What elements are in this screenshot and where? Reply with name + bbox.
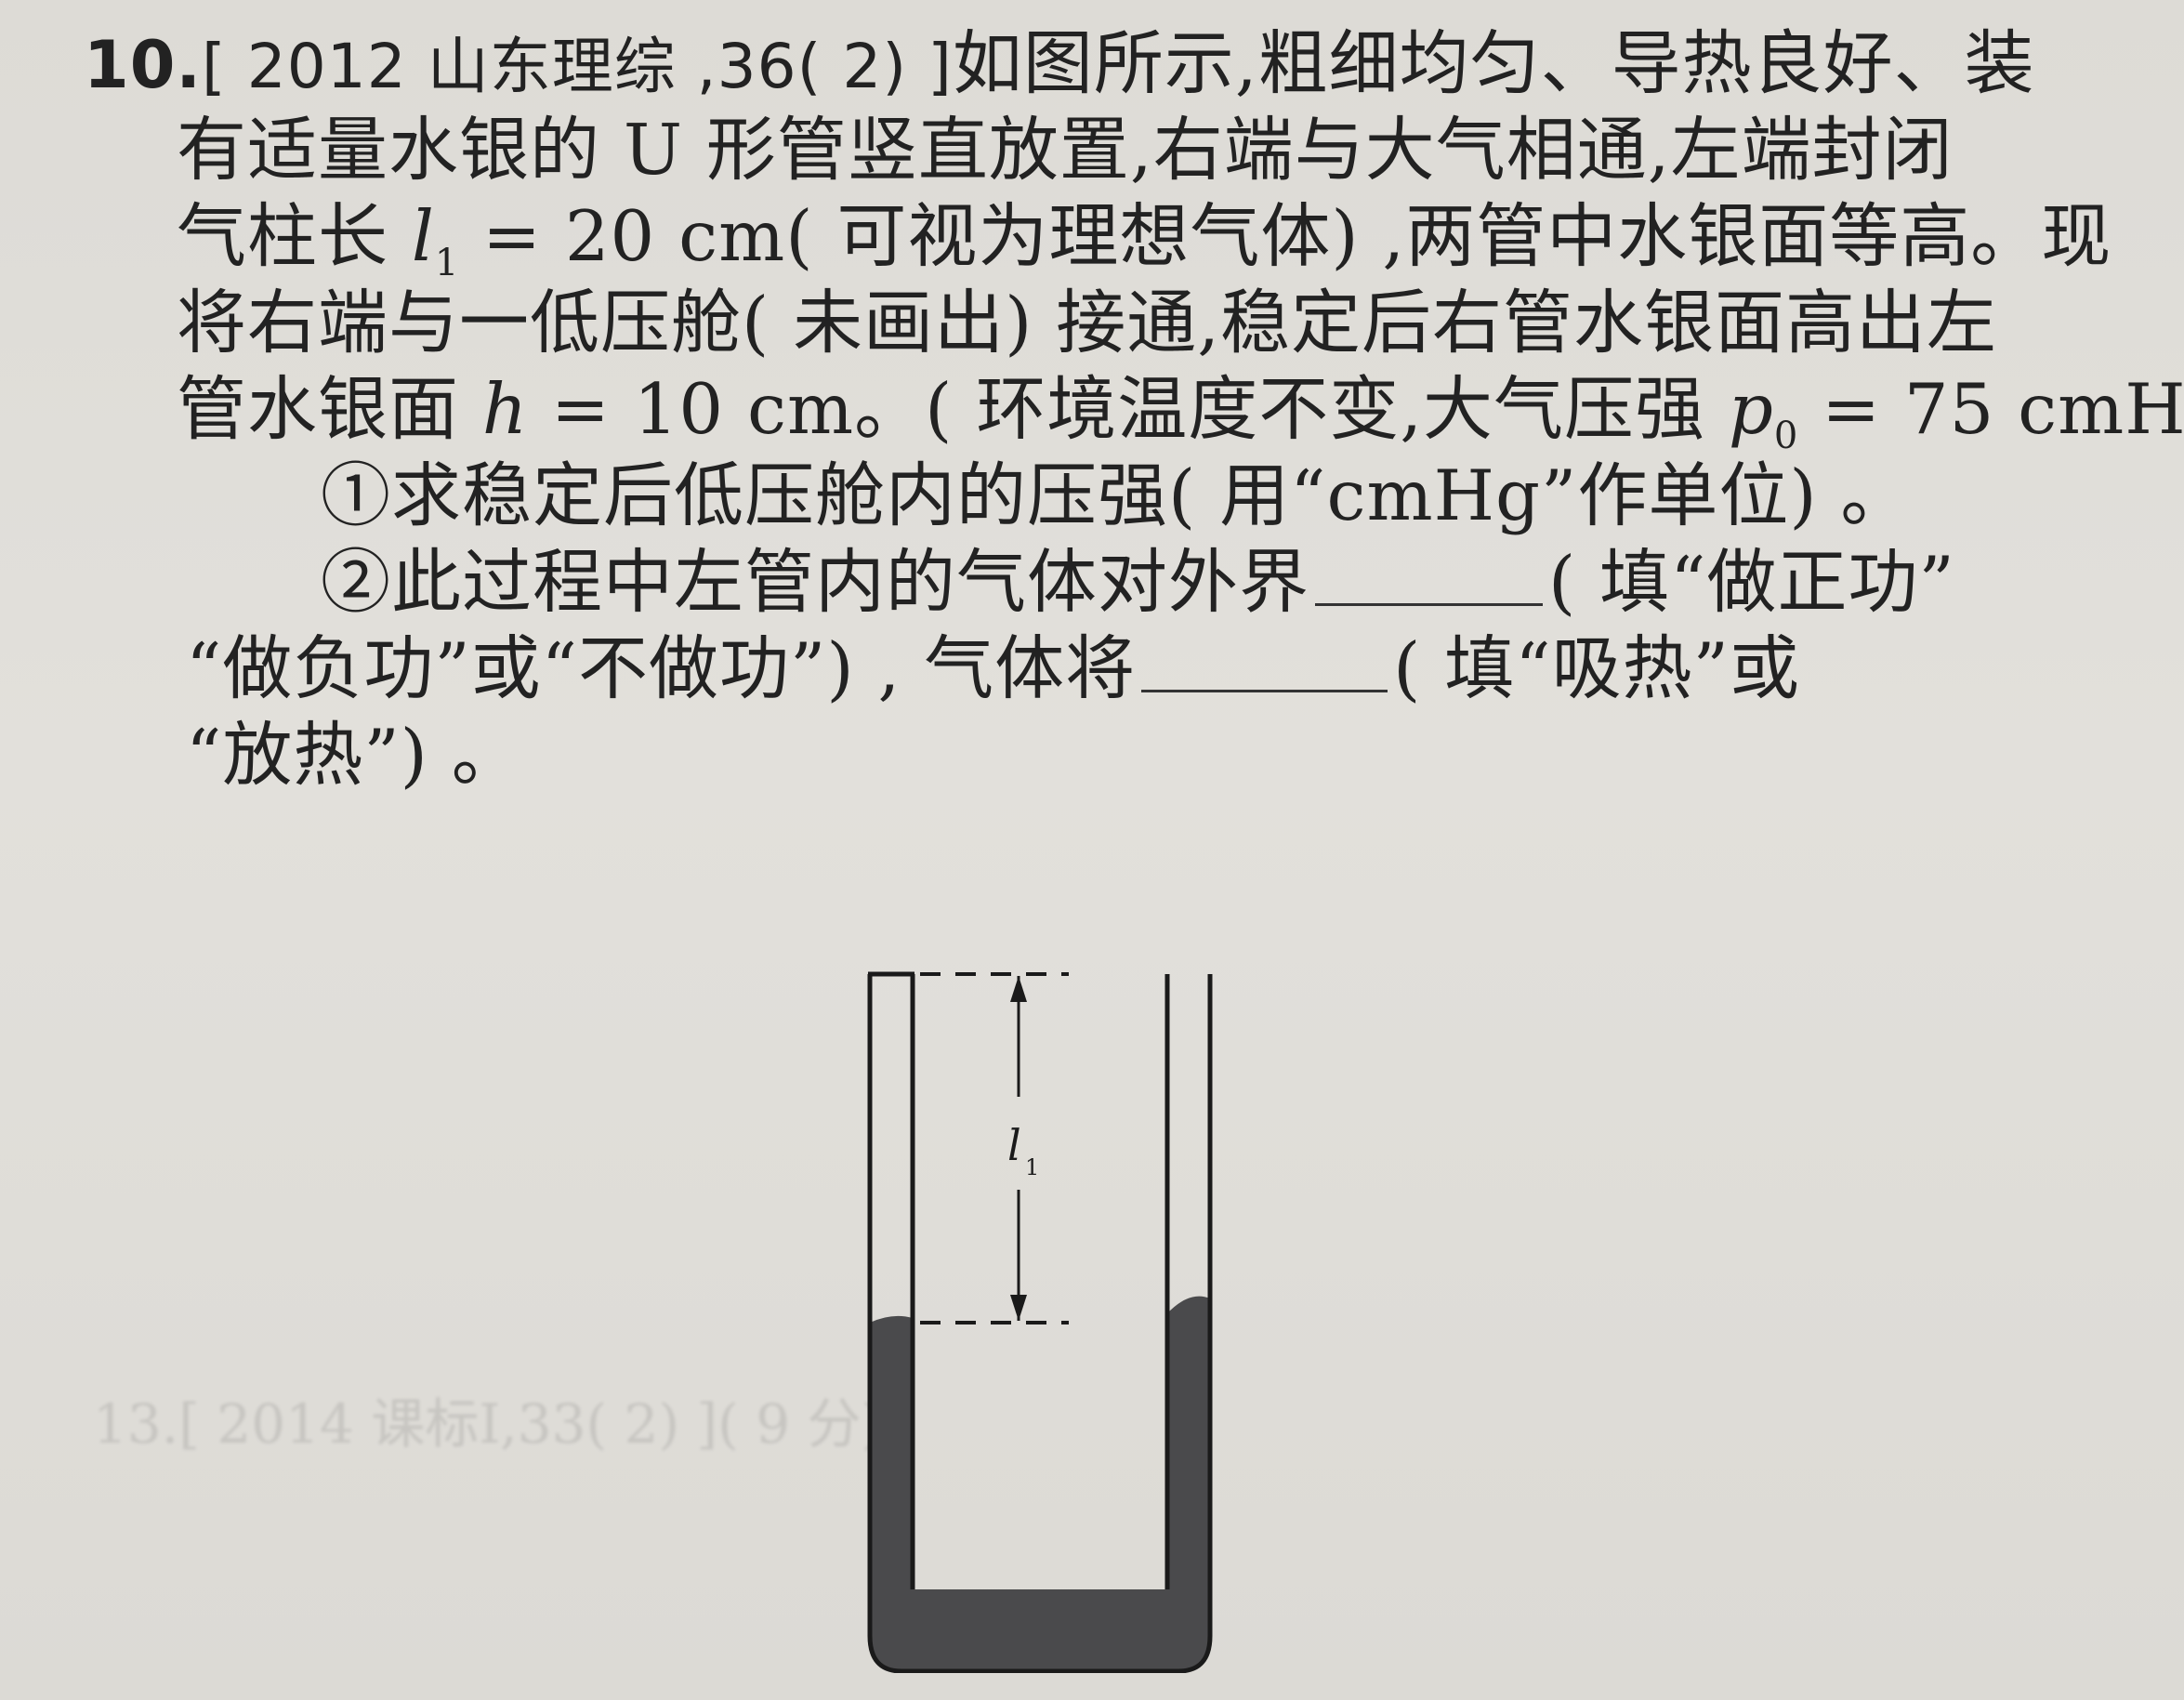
question-line-2: 有适量水银的 U 形管竖直放置,右端与大气相通,左端封闭	[177, 103, 1954, 196]
text-segment: 气柱长	[177, 195, 389, 277]
question-line-1: 10.[ 2012 山东理综 ,36( 2) ]如图所示,粗细均匀、导热良好、装	[84, 17, 2035, 113]
question-number: 10.	[84, 27, 203, 103]
question-part-2-cont: “做负功”或“不做功”) , 气体将 ( 填“吸热”或	[186, 622, 1800, 715]
text-segment: = 75 cmHg)	[1822, 368, 2184, 450]
question-line-4: 将右端与一低压舱( 未画出) 接通,稳定后右管水银面高出左	[177, 276, 1997, 369]
label-l1-sub: 1	[1025, 1154, 1039, 1180]
textbook-page: 13.[ 2014 课标Ⅰ,33( 2) ]( 9 分) 10.[ 2012 山…	[0, 0, 2184, 1700]
question-part-1: ①求稳定后低压舱内的压强( 用“cmHg”作单位) 。	[321, 449, 1911, 542]
text-segment: ( 填“吸热”或	[1393, 627, 1800, 709]
answer-blank-1[interactable]	[1315, 547, 1544, 606]
text-segment: = 20 cm( 可视为理想气体) ,两管中水银面等高。现	[459, 195, 2112, 277]
text-segment: = 10 cm。( 环境温度不变,大气压强	[528, 368, 1706, 450]
mercury	[870, 1296, 1210, 1671]
arrow-head-down	[1010, 1295, 1027, 1321]
text-segment: ( 填“做正功”	[1548, 541, 1955, 623]
text-segment: “放热”) 。	[186, 714, 522, 796]
text-segment: 将右端与一低压舱( 未画出) 接通,稳定后右管水银面高出左	[177, 282, 1998, 363]
u-tube-diagram: l 1	[867, 971, 1213, 1673]
var-l: l	[411, 195, 435, 277]
text-segment: “做负功”或“不做功”) , 气体将	[186, 627, 1137, 709]
text-segment: ②此过程中左管内的气体对外界	[321, 541, 1310, 623]
question-source: [ 2012 山东理综 ,36( 2) ]	[202, 31, 953, 102]
question-text-1: 如图所示,粗细均匀、导热良好、装	[952, 22, 2035, 104]
label-l1: l	[1007, 1120, 1021, 1170]
arrow-head-up	[1010, 976, 1027, 1002]
answer-blank-2[interactable]	[1141, 634, 1388, 692]
text-segment: 管水银面	[177, 368, 460, 450]
text-segment: ①求稳定后低压舱内的压强( 用“cmHg”作单位) 。	[321, 455, 1912, 536]
question-text-2: 有适量水银的 U 形管竖直放置,右端与大气相通,左端封闭	[177, 109, 1954, 191]
question-part-2-end: “放热”) 。	[186, 708, 522, 801]
var-h: h	[481, 368, 529, 450]
question-part-2: ②此过程中左管内的气体对外界 ( 填“做正功”	[321, 535, 1955, 628]
var-p: p	[1728, 368, 1774, 450]
